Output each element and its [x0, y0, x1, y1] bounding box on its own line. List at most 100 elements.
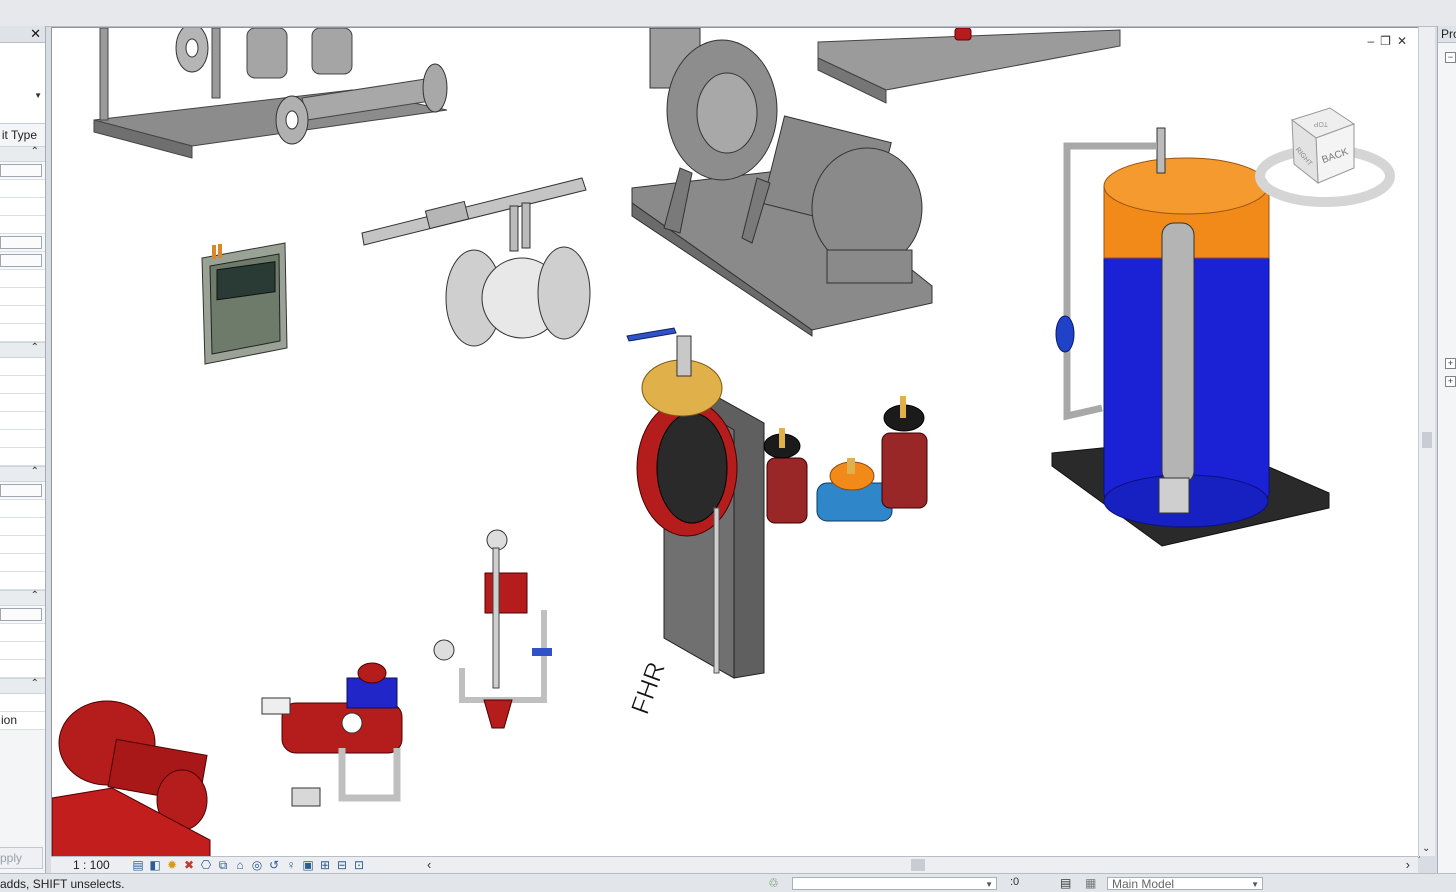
worksets-icon[interactable]: ♲ [768, 876, 779, 890]
fhr-label: FHR [625, 658, 671, 718]
property-field[interactable] [0, 162, 45, 180]
control-panel-box[interactable] [201, 242, 288, 365]
ball-valve[interactable] [361, 177, 591, 347]
scrollbar-thumb[interactable] [1422, 432, 1432, 448]
worksharing-icon[interactable]: ♀ [284, 858, 298, 872]
project-browser-title: Pro [1438, 26, 1456, 43]
sun-path-icon[interactable]: ✹ [165, 858, 179, 872]
view-window-controls: – ❐ ✕ [1367, 34, 1407, 48]
property-row[interactable] [0, 394, 45, 412]
collapse-icon[interactable]: ⌃ [31, 590, 39, 601]
property-row[interactable] [0, 412, 45, 430]
backflow-preventer[interactable] [763, 396, 928, 524]
viewcube[interactable]: BACK RIGHT TOP [1255, 107, 1395, 207]
property-row[interactable] [0, 180, 45, 198]
horizontal-scrollbar-thumb[interactable] [911, 859, 925, 871]
property-row[interactable] [0, 270, 45, 288]
property-row[interactable] [0, 694, 45, 712]
property-field[interactable] [0, 482, 45, 500]
property-row[interactable] [0, 572, 45, 590]
shadows-icon[interactable]: ✖ [182, 858, 196, 872]
status-message: adds, SHIFT unselects. [0, 877, 125, 891]
properties-header: ✕ [0, 26, 45, 43]
fire-pump-bottom-left[interactable] [52, 700, 211, 857]
type-selector[interactable]: ▼ [0, 43, 45, 124]
collapse-icon[interactable]: ⌃ [31, 466, 39, 477]
collapse-icon[interactable]: ⌃ [31, 342, 39, 353]
close-view-icon[interactable]: ✕ [1397, 34, 1407, 48]
detail-level-icon[interactable]: ▤ [131, 858, 145, 872]
viewcube-top-label: TOP [1313, 120, 1328, 127]
property-field[interactable] [0, 252, 45, 270]
vertical-scrollbar[interactable]: ⌄ [1418, 27, 1435, 856]
section-header[interactable]: ⌃ [0, 342, 45, 358]
scroll-left-icon[interactable]: ‹ [427, 857, 431, 872]
model-drawing: FHR BACK RIGHT TOP [52, 28, 1395, 857]
properties-panel: ✕ ▼ it Type ⌃ ⌃ ⌃ ⌃ ⌃ ion pply [0, 26, 46, 873]
view-control-bar: 1 : 100 ▤ ◧ ✹ ✖ ⎔ ⧉ ⌂ ◎ ↺ ♀ ▣ ⊞ ⊟ ⊡ ‹ › [51, 856, 1418, 874]
filter-icon[interactable]: ▦ [1085, 876, 1096, 890]
property-row[interactable] [0, 448, 45, 466]
visual-style-icon[interactable]: ◧ [148, 858, 162, 872]
crop-view-icon[interactable]: ⎔ [199, 858, 213, 872]
property-row[interactable] [0, 376, 45, 394]
property-row-label: ion [0, 712, 45, 730]
temporary-hide-icon[interactable]: ◎ [250, 858, 264, 872]
tree-collapse-icon[interactable]: − [1445, 52, 1456, 63]
show-crop-icon[interactable]: ⧉ [216, 858, 230, 872]
collapse-icon[interactable]: ⌃ [31, 146, 39, 157]
property-row[interactable] [0, 358, 45, 376]
deluge-valve[interactable] [261, 662, 403, 807]
pump-skid-top-left[interactable] [93, 28, 448, 159]
chevron-down-icon[interactable]: ▼ [34, 91, 42, 100]
view-scale[interactable]: 1 : 100 [73, 858, 110, 872]
3d-view-canvas[interactable]: FHR BACK RIGHT TOP – ❐ ✕ [51, 27, 1420, 858]
equipment-slab-top[interactable] [817, 28, 1121, 104]
section-header[interactable]: ⌃ [0, 146, 45, 162]
scroll-right-icon[interactable]: › [1406, 857, 1410, 872]
unlock-3d-icon[interactable]: ⌂ [233, 858, 247, 872]
tree-expand-icon[interactable]: + [1445, 358, 1456, 369]
close-icon[interactable]: ✕ [30, 26, 41, 42]
section-header[interactable]: ⌃ [0, 590, 45, 606]
property-field[interactable] [0, 606, 45, 624]
scroll-down-icon[interactable]: ⌄ [1422, 843, 1430, 854]
property-row[interactable] [0, 198, 45, 216]
analytical-model-icon[interactable]: ⊞ [318, 858, 332, 872]
fire-hose-reel-cabinet[interactable] [626, 327, 765, 679]
restore-icon[interactable]: ❐ [1380, 34, 1391, 48]
project-browser: Pro − + + [1437, 26, 1456, 873]
minimize-icon[interactable]: – [1367, 34, 1374, 48]
property-row[interactable] [0, 642, 45, 660]
tree-expand-icon[interactable]: + [1445, 376, 1456, 387]
alarm-valve-station[interactable] [433, 529, 552, 729]
property-row[interactable] [0, 500, 45, 518]
design-options-icon[interactable]: ▣ [301, 858, 315, 872]
design-option-selector[interactable]: Main Model ▼ [1107, 877, 1263, 891]
property-row[interactable] [0, 288, 45, 306]
water-heater-tank[interactable] [1051, 127, 1330, 547]
display-constraints-icon[interactable]: ⊟ [335, 858, 349, 872]
property-row[interactable] [0, 306, 45, 324]
apply-button[interactable]: pply [0, 847, 43, 869]
property-row[interactable] [0, 518, 45, 536]
highlight-displacement-icon[interactable]: ⊡ [352, 858, 366, 872]
reveal-hidden-icon[interactable]: ↺ [267, 858, 281, 872]
property-row[interactable] [0, 554, 45, 572]
ribbon-area [0, 0, 1456, 27]
view-control-icons: ▤ ◧ ✹ ✖ ⎔ ⧉ ⌂ ◎ ↺ ♀ ▣ ⊞ ⊟ ⊡ [131, 858, 366, 872]
editable-only-icon[interactable]: ▤ [1060, 876, 1071, 890]
property-row[interactable] [0, 660, 45, 678]
property-field[interactable] [0, 234, 45, 252]
property-row[interactable] [0, 324, 45, 342]
collapse-icon[interactable]: ⌃ [31, 678, 39, 689]
section-header[interactable]: ⌃ [0, 678, 45, 694]
property-row[interactable] [0, 430, 45, 448]
property-row[interactable] [0, 216, 45, 234]
status-bar: adds, SHIFT unselects. ♲ ▼ :0 ▤ ▦ Main M… [0, 873, 1456, 892]
property-row[interactable] [0, 536, 45, 554]
property-row[interactable] [0, 624, 45, 642]
section-header[interactable]: ⌃ [0, 466, 45, 482]
edit-type-label[interactable]: it Type [0, 124, 45, 146]
workset-selector[interactable]: ▼ [792, 877, 997, 890]
